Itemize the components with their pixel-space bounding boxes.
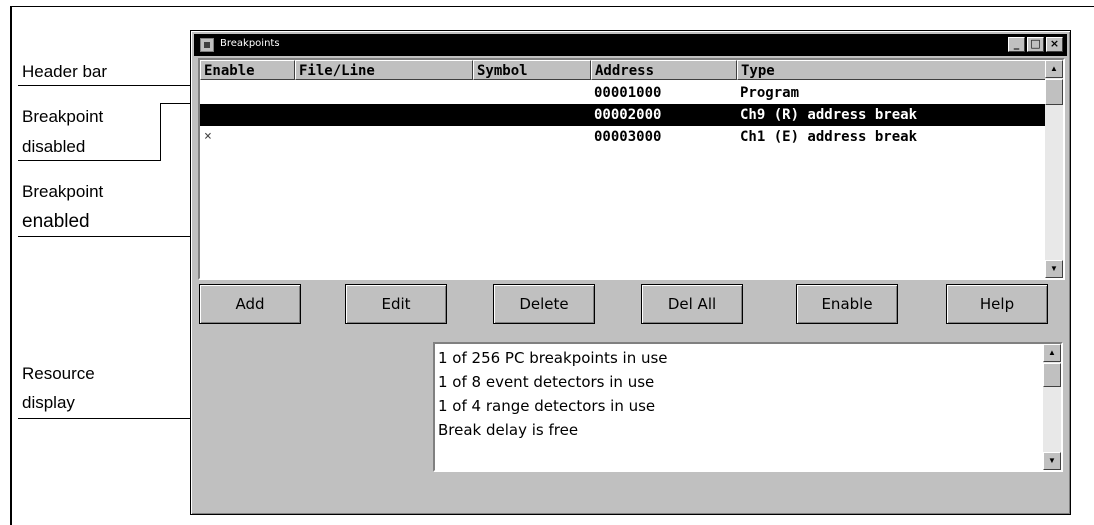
title-bar[interactable]: Breakpoints _ □ × [194,34,1067,56]
callout-breakpoint-disabled-line-h1 [18,160,160,161]
window-icon[interactable] [200,38,214,52]
callout-header-bar-line [18,85,193,86]
column-header-file-line[interactable]: File/Line [295,60,473,80]
breakpoints-window: Breakpoints _ □ × Enable File/Line Symbo… [190,30,1071,515]
callout-breakpoint-disabled-2: disabled [22,137,86,156]
resource-vertical-scrollbar[interactable]: ▲ ▼ [1043,344,1061,470]
column-header-address[interactable]: Address [591,60,737,80]
enable-button[interactable]: Enable [796,284,898,324]
resource-display[interactable]: 1 of 256 PC breakpoints in use 1 of 8 ev… [433,342,1063,472]
row-address: 00001000 [594,85,662,101]
callout-breakpoint-enabled-1: Breakpoint [22,182,104,201]
row-type: Program [740,85,800,101]
column-header-symbol[interactable]: Symbol [473,60,591,80]
delete-all-button[interactable]: Del All [641,284,743,324]
row-type: Ch1 (E) address break [740,129,918,145]
callout-breakpoint-enabled-line-h [18,236,208,237]
scroll-up-arrow-icon[interactable]: ▲ [1043,344,1061,362]
callout-header-bar: Header bar [22,62,108,81]
callout-breakpoint-disabled-line-v [160,103,161,161]
maximize-button[interactable]: □ [1027,37,1044,52]
callout-resource-display-2: display [22,393,75,412]
minimize-button[interactable]: _ [1008,37,1025,52]
scroll-thumb[interactable] [1045,79,1063,105]
edit-button[interactable]: Edit [345,284,447,324]
column-header-enable[interactable]: Enable [200,60,295,80]
resource-line: 1 of 256 PC breakpoints in use [438,349,668,367]
scroll-up-arrow-icon[interactable]: ▲ [1045,60,1063,78]
close-button[interactable]: × [1046,37,1063,52]
help-button[interactable]: Help [946,284,1048,324]
row-enable-marker[interactable]: × [204,126,212,148]
table-row[interactable]: 00001000 Program [200,82,1047,104]
list-vertical-scrollbar[interactable]: ▲ ▼ [1045,60,1063,278]
table-row[interactable]: × 00003000 Ch1 (E) address break [200,126,1047,148]
row-type: Ch9 (R) address break [740,107,918,123]
delete-button[interactable]: Delete [493,284,595,324]
callout-breakpoint-enabled-2: enabled [22,211,90,232]
callout-resource-display-1: Resource [22,364,95,383]
scroll-down-arrow-icon[interactable]: ▼ [1043,452,1061,470]
row-address: 00002000 [594,107,662,123]
column-header-type[interactable]: Type [737,60,1047,80]
table-row-selected[interactable]: 00002000 Ch9 (R) address break [200,104,1047,126]
resource-line: Break delay is free [438,421,579,439]
row-address: 00003000 [594,129,662,145]
callout-breakpoint-disabled-1: Breakpoint [22,107,104,126]
resource-line: 1 of 4 range detectors in use [438,397,656,415]
scroll-thumb[interactable] [1043,363,1061,387]
resource-line: 1 of 8 event detectors in use [438,373,655,391]
add-button[interactable]: Add [199,284,301,324]
window-title: Breakpoints [220,38,280,49]
breakpoint-list[interactable]: Enable File/Line Symbol Address Type 000… [198,58,1065,280]
scroll-down-arrow-icon[interactable]: ▼ [1045,260,1063,278]
list-header-bar: Enable File/Line Symbol Address Type [200,60,1047,80]
